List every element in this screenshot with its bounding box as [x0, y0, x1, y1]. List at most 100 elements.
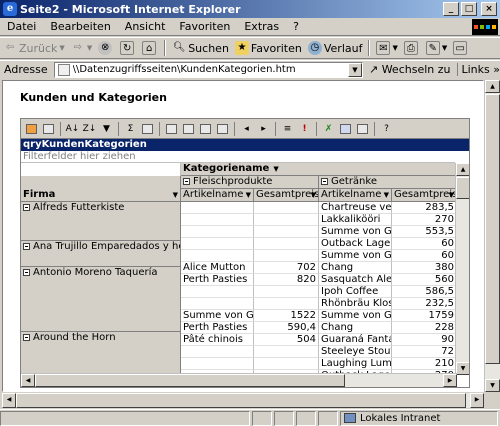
- pivot-cell[interactable]: Perth Pasties: [181, 322, 254, 334]
- expand-icon[interactable]: [215, 122, 230, 136]
- discuss-button[interactable]: ▭: [450, 38, 472, 58]
- calc-totals-icon[interactable]: [140, 122, 155, 136]
- pivot-cell[interactable]: 820: [254, 274, 319, 286]
- pivot-cell[interactable]: [181, 238, 254, 250]
- show-details-icon[interactable]: [181, 122, 196, 136]
- pivot-cell[interactable]: 560: [392, 274, 457, 286]
- stop-button[interactable]: ⊗: [95, 38, 117, 58]
- pivot-cell[interactable]: Guaraná Fantástica: [319, 334, 392, 346]
- pivot-cell[interactable]: 270: [392, 214, 457, 226]
- menu-help[interactable]: ?: [286, 20, 306, 33]
- pivot-cell[interactable]: 702: [254, 262, 319, 274]
- forward-button[interactable]: ⇨ ▼: [68, 38, 95, 58]
- pivot-cell[interactable]: [181, 358, 254, 370]
- pivot-cell[interactable]: [181, 286, 254, 298]
- col-header-artikelname-2[interactable]: Artikelname ▼: [319, 189, 392, 202]
- pivot-cell[interactable]: Steeleye Stout: [319, 346, 392, 358]
- row-field-header[interactable]: Firma ▼: [21, 189, 181, 202]
- page-scroll-thumb[interactable]: [485, 94, 500, 364]
- pivot-cell[interactable]: 90: [392, 334, 457, 346]
- menu-extras[interactable]: Extras: [237, 20, 286, 33]
- pivot-cell[interactable]: [254, 238, 319, 250]
- autosum-icon[interactable]: Σ: [123, 122, 138, 136]
- pivot-cell[interactable]: Lakkalikööri: [319, 214, 392, 226]
- category-fleischprodukte[interactable]: Fleischprodukte: [181, 176, 319, 189]
- pivot-cell[interactable]: 1522: [254, 310, 319, 322]
- links-button[interactable]: Links »: [456, 63, 500, 76]
- pivot-cell[interactable]: Laughing Lumberjack Lager: [319, 358, 392, 370]
- pivot-cell[interactable]: Chang: [319, 262, 392, 274]
- refresh-pivot-icon[interactable]: !: [297, 122, 312, 136]
- pivot-cell[interactable]: [254, 286, 319, 298]
- pivot-cell[interactable]: [181, 226, 254, 238]
- pivot-cell[interactable]: 72: [392, 346, 457, 358]
- pivot-cell[interactable]: [254, 298, 319, 310]
- pivot-cell[interactable]: 232,5: [392, 298, 457, 310]
- pivot-cell[interactable]: 1759: [392, 310, 457, 322]
- filter-icon[interactable]: ▼: [99, 122, 114, 136]
- row-header-customer[interactable]: Alfreds Futterkiste: [21, 202, 181, 241]
- refresh-button[interactable]: ↻: [117, 38, 139, 58]
- pivot-cell[interactable]: 380: [392, 262, 457, 274]
- category-getraenke[interactable]: Getränke: [319, 176, 457, 189]
- menu-datei[interactable]: Datei: [0, 20, 43, 33]
- pivot-cell[interactable]: 504: [254, 334, 319, 346]
- help-icon[interactable]: ?: [379, 122, 394, 136]
- maximize-button[interactable]: □: [461, 2, 477, 16]
- back-button[interactable]: ⇦ Zurück ▼: [0, 38, 68, 58]
- move-left-icon[interactable]: ◂: [239, 122, 254, 136]
- history-button[interactable]: ◷ Verlauf: [305, 38, 366, 58]
- pivot-cell[interactable]: 586,5: [392, 286, 457, 298]
- pivot-cell[interactable]: Chartreuse verte: [319, 202, 392, 214]
- column-field-header[interactable]: Kategoriename ▼: [181, 163, 457, 176]
- pivot-cell[interactable]: [254, 250, 319, 262]
- pivot-cell[interactable]: Ipoh Coffee: [319, 286, 392, 298]
- home-button[interactable]: ⌂: [139, 38, 161, 58]
- search-button[interactable]: 🔍︎ Suchen: [169, 38, 232, 58]
- pivot-cell[interactable]: Alice Mutton: [181, 262, 254, 274]
- pivot-cell[interactable]: [181, 298, 254, 310]
- hide-details-icon[interactable]: [198, 122, 213, 136]
- pivot-cell[interactable]: [254, 226, 319, 238]
- pivot-cell[interactable]: 590,4: [254, 322, 319, 334]
- pivot-cell[interactable]: 228: [392, 322, 457, 334]
- mail-button[interactable]: ✉ ▼: [373, 38, 400, 58]
- page-scroll-up-button[interactable]: ▲: [485, 80, 500, 93]
- pivot-cell[interactable]: Summe von Gesamtpreis: [319, 226, 392, 238]
- pivot-cell[interactable]: [254, 358, 319, 370]
- page-horizontal-scrollbar[interactable]: ◀ ▶: [2, 393, 484, 408]
- pivot-cell[interactable]: Chang: [319, 322, 392, 334]
- page-scroll-left-button[interactable]: ◀: [2, 393, 16, 408]
- scroll-down-button[interactable]: ▼: [456, 362, 469, 375]
- pivot-cell[interactable]: [254, 346, 319, 358]
- page-vertical-scrollbar[interactable]: ▲ ▼: [484, 80, 500, 392]
- row-header-customer[interactable]: Ana Trujillo Emparedados y helados: [21, 241, 181, 267]
- show-top-icon[interactable]: ≡: [280, 122, 295, 136]
- pivot-cell[interactable]: [181, 346, 254, 358]
- subtotal-icon[interactable]: [164, 122, 179, 136]
- scroll-left-button[interactable]: ◀: [21, 374, 35, 387]
- close-button[interactable]: ×: [481, 2, 497, 16]
- pivot-cell[interactable]: Rhönbräu Klosterbier: [319, 298, 392, 310]
- pivot-cell[interactable]: 60: [392, 238, 457, 250]
- address-input[interactable]: \\Datenzugriffsseiten\KundenKategorien.h…: [53, 61, 363, 78]
- page-scroll-right-button[interactable]: ▶: [470, 393, 484, 408]
- pivot-cell[interactable]: Pâté chinois: [181, 334, 254, 346]
- pivot-cell[interactable]: 210: [392, 358, 457, 370]
- sort-descending-icon[interactable]: Z↓: [82, 122, 97, 136]
- pivot-cell[interactable]: 60: [392, 250, 457, 262]
- col-header-artikelname-1[interactable]: Artikelname ▼: [181, 189, 254, 202]
- pivot-cell[interactable]: Perth Pasties: [181, 274, 254, 286]
- minimize-button[interactable]: _: [443, 2, 459, 16]
- pivot-cell[interactable]: Sasquatch Ale: [319, 274, 392, 286]
- pivot-cell[interactable]: [181, 214, 254, 226]
- pivot-table[interactable]: A↓ Z↓ ▼ Σ ◂ ▸ ≡ ! ✗ ? qryKundenKategorie…: [20, 118, 470, 388]
- page-scroll-down-button[interactable]: ▼: [485, 379, 500, 392]
- pivot-cell[interactable]: 283,5: [392, 202, 457, 214]
- move-right-icon[interactable]: ▸: [256, 122, 271, 136]
- export-excel-icon[interactable]: ✗: [321, 122, 336, 136]
- print-button[interactable]: ⎙: [401, 38, 423, 58]
- page-hscroll-thumb[interactable]: [16, 393, 466, 408]
- pivot-cell[interactable]: [181, 202, 254, 214]
- pivot-vertical-scrollbar[interactable]: ▲ ▼: [455, 163, 469, 375]
